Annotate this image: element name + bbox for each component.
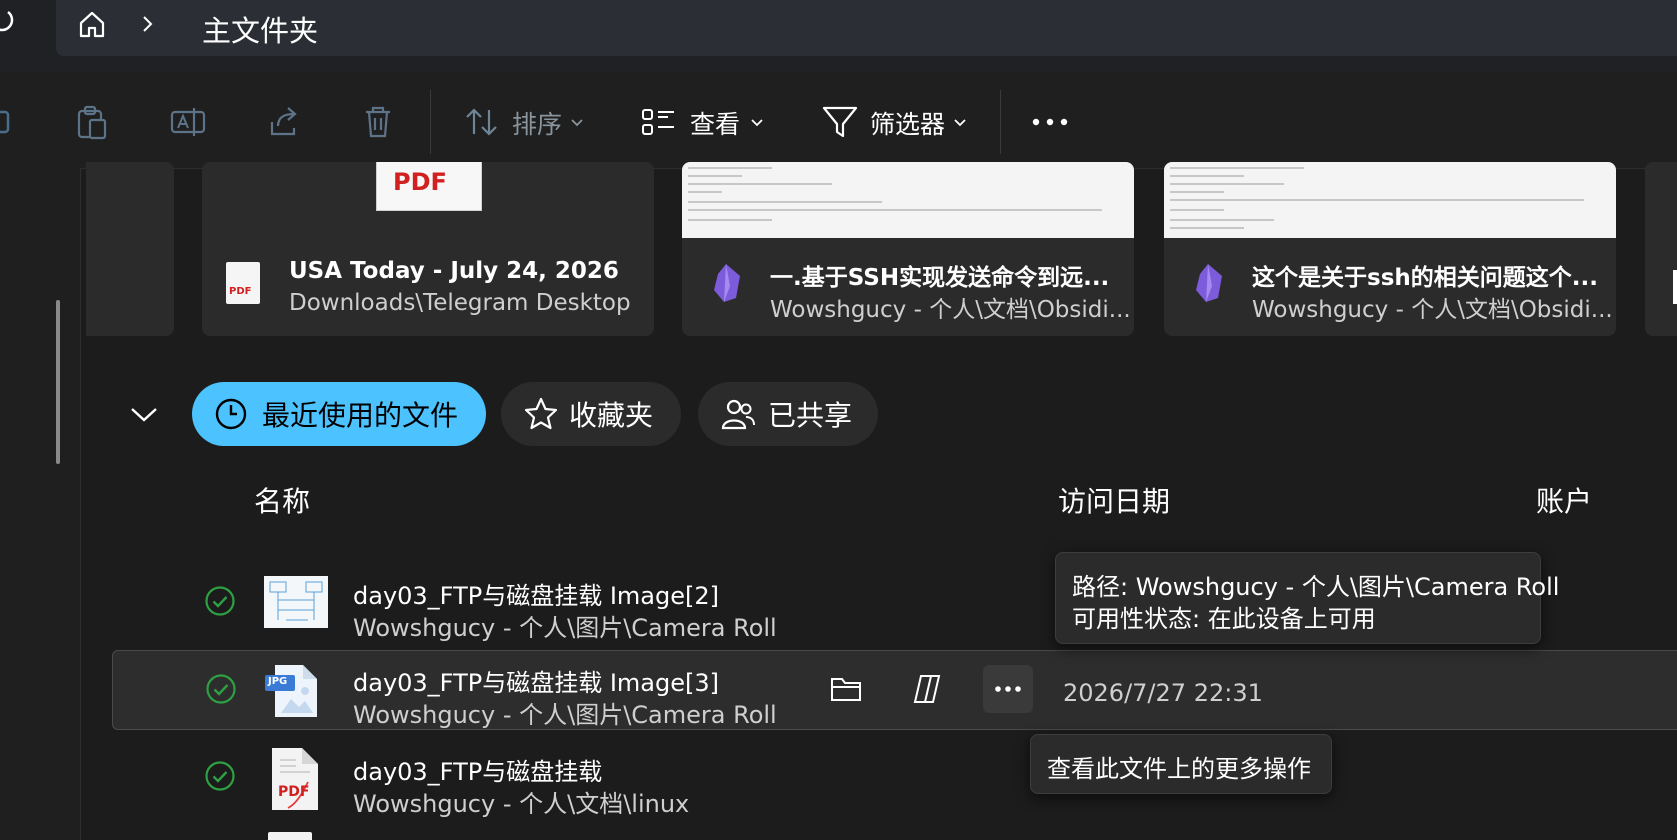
file-name: day03_FTP与磁盘挂载 bbox=[353, 758, 603, 786]
tooltip-path: 路径: Wowshgucy - 个人\图片\Camera Roll bbox=[1072, 573, 1560, 601]
tooltip-status: 可用性状态: 在此设备上可用 bbox=[1072, 605, 1376, 633]
navigation-pane[interactable] bbox=[0, 168, 81, 840]
view-button[interactable]: 查看 bbox=[690, 105, 740, 141]
delete-icon[interactable] bbox=[358, 102, 398, 142]
file-name: day03_FTP与磁盘挂载 Image[2] bbox=[353, 582, 719, 610]
open-folder-icon[interactable] bbox=[829, 673, 865, 705]
new-item-icon[interactable] bbox=[0, 104, 10, 140]
breadcrumb[interactable]: 主文件夹 bbox=[202, 8, 318, 50]
people-icon bbox=[721, 399, 755, 430]
pdf-file-icon: PDF bbox=[266, 746, 322, 812]
column-header-account[interactable]: 账户 bbox=[1536, 480, 1592, 520]
filter-chevron-down-icon[interactable] bbox=[953, 115, 967, 129]
file-icon-partial bbox=[268, 832, 312, 840]
more-actions-button[interactable] bbox=[983, 665, 1033, 713]
quick-card-partial[interactable] bbox=[86, 162, 174, 336]
pdf-file-icon: PDF bbox=[226, 262, 260, 304]
obsidian-icon bbox=[1190, 262, 1226, 304]
quick-card[interactable]: PDF PDF USA Today - July 24, 2026 Downlo… bbox=[202, 162, 654, 336]
more-horizontal-icon bbox=[995, 686, 1021, 692]
tab-recent-files[interactable]: 最近使用的文件 bbox=[192, 382, 486, 446]
file-path: Wowshgucy - 个人\图片\Camera Roll bbox=[353, 614, 777, 642]
tab-label: 最近使用的文件 bbox=[262, 399, 459, 432]
card-subtitle: Downloads\Telegram Desktop bbox=[289, 290, 631, 316]
star-icon bbox=[524, 397, 558, 430]
jpg-file-icon: JPG bbox=[265, 663, 321, 719]
paste-icon[interactable] bbox=[72, 102, 112, 142]
more-actions-tooltip: 查看此文件上的更多操作 bbox=[1030, 734, 1332, 794]
sort-icon[interactable] bbox=[462, 102, 502, 142]
chevron-right-icon[interactable] bbox=[140, 12, 156, 36]
image-thumbnail bbox=[264, 576, 328, 628]
share-icon[interactable] bbox=[264, 102, 304, 142]
obsidian-icon bbox=[708, 262, 744, 304]
view-chevron-down-icon[interactable] bbox=[750, 115, 764, 129]
card-subtitle: Wowshgucy - 个人\文档\Obsidi... bbox=[770, 297, 1131, 323]
quick-card[interactable]: 这个是关于ssh的相关问题这个... Wowshgucy - 个人\文档\Obs… bbox=[1164, 162, 1616, 336]
tab-favorites[interactable]: 收藏夹 bbox=[501, 382, 681, 446]
synced-check-icon bbox=[206, 674, 236, 704]
home-icon[interactable] bbox=[76, 8, 108, 40]
pdf-thumbnail: PDF bbox=[376, 162, 482, 211]
toolbar-divider bbox=[430, 90, 431, 154]
jpg-badge: JPG bbox=[268, 676, 288, 687]
back-arrow-icon[interactable] bbox=[0, 6, 14, 36]
sort-chevron-down-icon[interactable] bbox=[570, 115, 584, 129]
view-icon[interactable] bbox=[640, 102, 680, 142]
document-thumbnail bbox=[682, 162, 1134, 238]
column-header-accessed[interactable]: 访问日期 bbox=[1058, 480, 1170, 520]
pdf-icon-label: PDF bbox=[229, 286, 252, 297]
column-header-name[interactable]: 名称 bbox=[254, 480, 310, 520]
more-options-icon[interactable] bbox=[1030, 112, 1070, 132]
table-row[interactable]: PDF day03_FTP与磁盘挂载 Wowshgucy - 个人\文档\lin… bbox=[112, 738, 1677, 822]
filter-button[interactable]: 筛选器 bbox=[870, 105, 945, 141]
card-title: USA Today - July 24, 2026 bbox=[289, 258, 619, 284]
synced-check-icon bbox=[205, 761, 235, 791]
card-title: 一.基于SSH实现发送命令到远... bbox=[770, 265, 1110, 291]
clock-icon bbox=[215, 398, 247, 430]
sort-button[interactable]: 排序 bbox=[512, 105, 562, 141]
tab-label: 已共享 bbox=[768, 399, 853, 432]
copilot-icon[interactable] bbox=[909, 672, 945, 706]
accessed-date: 2026/7/27 22:31 bbox=[1063, 679, 1263, 707]
pdf-icon-label: PDF bbox=[278, 784, 310, 800]
toolbar-divider bbox=[1000, 90, 1001, 154]
document-thumbnail bbox=[1164, 162, 1616, 238]
rename-icon[interactable] bbox=[168, 102, 208, 142]
card-subtitle: Wowshgucy - 个人\文档\Obsidi... bbox=[1252, 297, 1613, 323]
quick-card-partial[interactable] bbox=[1645, 162, 1677, 336]
synced-check-icon bbox=[205, 586, 235, 616]
thumbnail-pdf-label: PDF bbox=[393, 168, 447, 196]
collapse-chevron-icon[interactable] bbox=[128, 402, 160, 426]
tooltip-more-actions: 查看此文件上的更多操作 bbox=[1047, 755, 1311, 783]
quick-card[interactable]: 一.基于SSH实现发送命令到远... Wowshgucy - 个人\文档\Obs… bbox=[682, 162, 1134, 336]
filter-icon[interactable] bbox=[820, 102, 860, 142]
file-name: day03_FTP与磁盘挂载 Image[3] bbox=[353, 669, 719, 697]
file-path: Wowshgucy - 个人\图片\Camera Roll bbox=[353, 701, 777, 729]
tab-label: 收藏夹 bbox=[569, 399, 654, 432]
tab-shared[interactable]: 已共享 bbox=[698, 382, 878, 446]
nav-scrollbar[interactable] bbox=[56, 300, 60, 464]
file-path: Wowshgucy - 个人\文档\linux bbox=[353, 790, 690, 818]
table-row[interactable]: JPG day03_FTP与磁盘挂载 Image[3] Wowshgucy - … bbox=[112, 650, 1677, 730]
card-title: 这个是关于ssh的相关问题这个... bbox=[1252, 265, 1598, 291]
file-info-tooltip: 路径: Wowshgucy - 个人\图片\Camera Roll 可用性状态:… bbox=[1055, 552, 1559, 644]
